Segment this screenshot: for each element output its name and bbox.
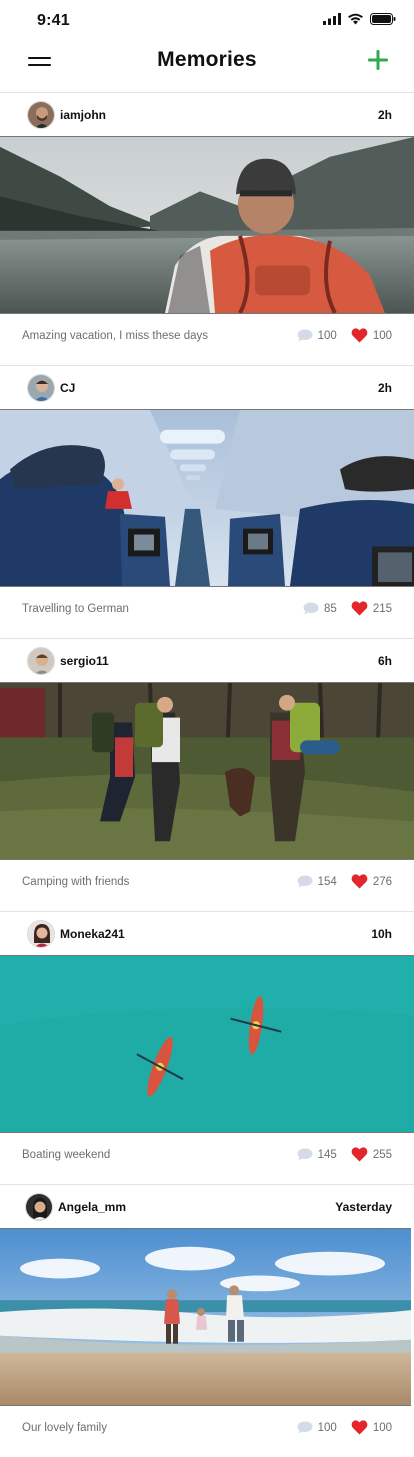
signal-icon [323,13,341,25]
username[interactable]: sergio11 [60,654,109,668]
post-stats: 145 255 [297,1147,392,1162]
post-footer: Camping with friends 154 276 [0,860,414,910]
like-count-value: 255 [372,1148,392,1161]
post-header: sergio11 6h [0,639,414,682]
username[interactable]: Moneka241 [60,927,125,941]
post-header: CJ 2h [0,366,414,409]
like-count-value: 276 [372,875,392,888]
post-photo[interactable] [0,1228,411,1406]
heart-icon [351,328,368,343]
comment-count[interactable]: 154 [297,875,337,888]
comment-bubble-icon [297,1421,313,1434]
comment-count-value: 145 [317,1148,337,1161]
memories-feed: iamjohn 2h Amazing vacation, I miss thes… [0,93,414,1457]
post-stats: 100 100 [297,328,392,343]
post-time: 6h [377,654,392,668]
post-caption: Camping with friends [22,876,130,888]
avatar[interactable] [25,1193,53,1221]
like-count-value: 215 [372,602,392,615]
post-time: Yasterday [335,1200,392,1214]
like-count-value: 100 [372,1421,392,1434]
post-footer: Amazing vacation, I miss these days 100 … [0,314,414,364]
post-card: CJ 2h Travelling to German 85 215 [0,366,414,639]
username[interactable]: Angela_mm [58,1200,126,1214]
post-stats: 85 215 [303,601,392,616]
post-time: 10h [371,927,392,941]
post-caption: Amazing vacation, I miss these days [22,330,208,342]
add-post-button[interactable] [366,48,390,72]
post-footer: Boating weekend 145 255 [0,1133,414,1183]
comment-bubble-icon [297,1148,313,1161]
post-stats: 154 276 [297,874,392,889]
wifi-icon [348,13,363,25]
avatar[interactable] [27,101,55,129]
comment-count-value: 100 [317,329,337,342]
heart-icon [351,601,368,616]
post-header: Moneka241 10h [0,912,414,955]
username[interactable]: iamjohn [60,108,106,122]
heart-icon [351,1147,368,1162]
post-footer: Travelling to German 85 215 [0,587,414,637]
post-photo[interactable] [0,136,414,314]
post-photo[interactable] [0,682,414,860]
post-card: iamjohn 2h Amazing vacation, I miss thes… [0,93,414,366]
app-header: Memories [0,40,414,93]
comment-count-value: 100 [317,1421,337,1434]
like-count[interactable]: 276 [351,874,392,889]
status-bar: 9:41 [0,0,414,40]
post-header: Angela_mm Yasterday [0,1185,414,1228]
comment-count[interactable]: 100 [297,329,337,342]
post-header: iamjohn 2h [0,93,414,136]
battery-icon [370,13,396,25]
post-card: Angela_mm Yasterday Our lovely family 10… [0,1185,414,1457]
like-count[interactable]: 100 [351,1420,392,1435]
comment-bubble-icon [303,602,319,615]
comment-count-value: 154 [317,875,337,888]
avatar[interactable] [27,920,55,948]
post-time: 2h [377,381,392,395]
comment-count[interactable]: 100 [297,1421,337,1434]
post-photo[interactable] [0,955,414,1133]
post-caption: Boating weekend [22,1149,111,1161]
post-photo[interactable] [0,409,414,587]
post-time: 2h [377,108,392,122]
post-card: sergio11 6h Camping with friends 154 276 [0,639,414,912]
like-count[interactable]: 100 [351,328,392,343]
status-icons [323,13,396,25]
comment-count[interactable]: 145 [297,1148,337,1161]
status-time: 9:41 [37,12,70,29]
heart-icon [351,1420,368,1435]
avatar[interactable] [27,374,55,402]
comment-bubble-icon [297,329,313,342]
comment-count[interactable]: 85 [303,602,337,615]
post-stats: 100 100 [297,1420,392,1435]
heart-icon [351,874,368,889]
post-caption: Travelling to German [22,603,129,615]
post-caption: Our lovely family [22,1422,107,1434]
plus-icon [368,50,388,70]
like-count[interactable]: 215 [351,601,392,616]
post-card: Moneka241 10h Boating weekend 145 255 [0,912,414,1185]
comment-count-value: 85 [324,602,337,615]
avatar[interactable] [27,647,55,675]
like-count[interactable]: 255 [351,1147,392,1162]
like-count-value: 100 [372,329,392,342]
page-title: Memories [157,48,257,71]
comment-bubble-icon [297,875,313,888]
username[interactable]: CJ [60,381,75,395]
